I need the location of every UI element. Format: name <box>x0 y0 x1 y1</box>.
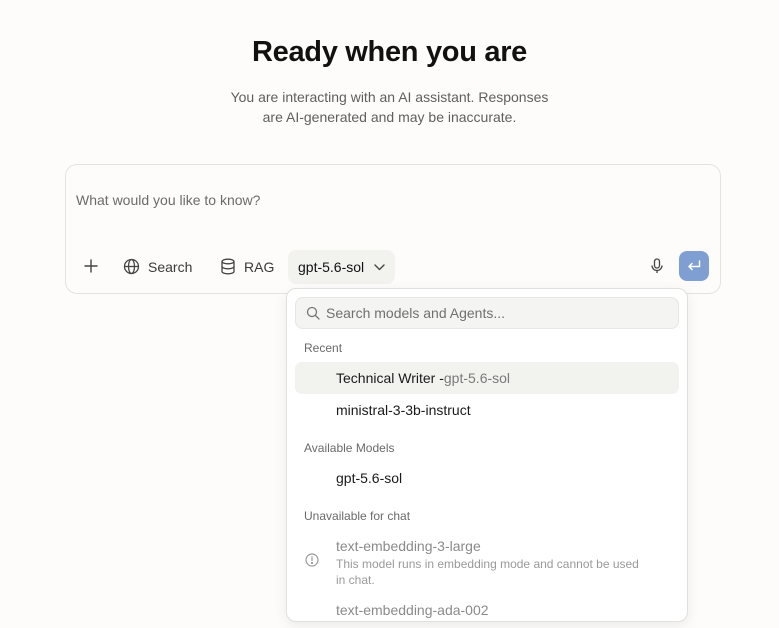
agent-model: gpt-5.6-sol <box>443 370 511 386</box>
model-option-ministral[interactable]: ministral-3-3b-instruct <box>295 394 679 426</box>
section-unavailable: Unavailable for chat <box>304 509 411 523</box>
microphone-icon <box>651 258 663 273</box>
rag-label: RAG <box>244 258 275 275</box>
model-name: text-embedding-3-large <box>336 538 481 554</box>
add-attachment-button[interactable] <box>84 259 98 273</box>
disclaimer-line-2: are AI-generated and may be inaccurate. <box>262 109 517 125</box>
microphone-button[interactable] <box>650 258 664 279</box>
model-selector-label: gpt-5.6-sol <box>298 259 365 275</box>
database-icon <box>221 258 235 275</box>
disclaimer-text: You are interacting with an AI assistant… <box>0 87 779 127</box>
model-name: gpt-5.6-sol <box>336 470 403 486</box>
chat-composer: Search RAG gpt-5.6-sol <box>65 164 721 294</box>
chat-input[interactable] <box>76 189 696 211</box>
enter-icon <box>688 260 701 271</box>
model-dropdown: Recent Technical Writer - gpt-5.6-sol mi… <box>286 288 688 622</box>
model-option-gpt-5-6-sol[interactable]: gpt-5.6-sol <box>295 462 679 494</box>
model-search-input[interactable] <box>326 298 666 328</box>
model-name: text-embedding-ada-002 <box>336 602 489 618</box>
plus-icon <box>84 259 98 273</box>
model-option-text-embedding-3-large: text-embedding-3-large This model runs i… <box>295 529 679 589</box>
page-title: Ready when you are <box>251 36 528 68</box>
section-available-models: Available Models <box>304 441 395 455</box>
info-icon <box>305 553 319 567</box>
rag-button[interactable]: RAG <box>220 258 274 275</box>
chevron-down-icon <box>374 263 385 270</box>
section-recent: Recent <box>304 341 343 355</box>
disclaimer-line-1: You are interacting with an AI assistant… <box>230 89 549 105</box>
web-search-button[interactable]: Search <box>123 258 192 275</box>
globe-icon <box>123 258 140 275</box>
model-description: This model runs in embedding mode and ca… <box>336 557 639 587</box>
model-selector-button[interactable]: gpt-5.6-sol <box>288 250 396 284</box>
search-icon <box>306 306 320 320</box>
agent-name: Technical Writer - <box>336 370 444 386</box>
model-option-technical-writer[interactable]: Technical Writer - gpt-5.6-sol <box>295 362 679 394</box>
model-option-text-embedding-ada-002: text-embedding-ada-002 <box>295 593 679 619</box>
model-search-box <box>295 297 679 329</box>
search-label: Search <box>148 258 193 275</box>
send-button[interactable] <box>679 251 709 281</box>
model-name: ministral-3-3b-instruct <box>336 402 471 418</box>
